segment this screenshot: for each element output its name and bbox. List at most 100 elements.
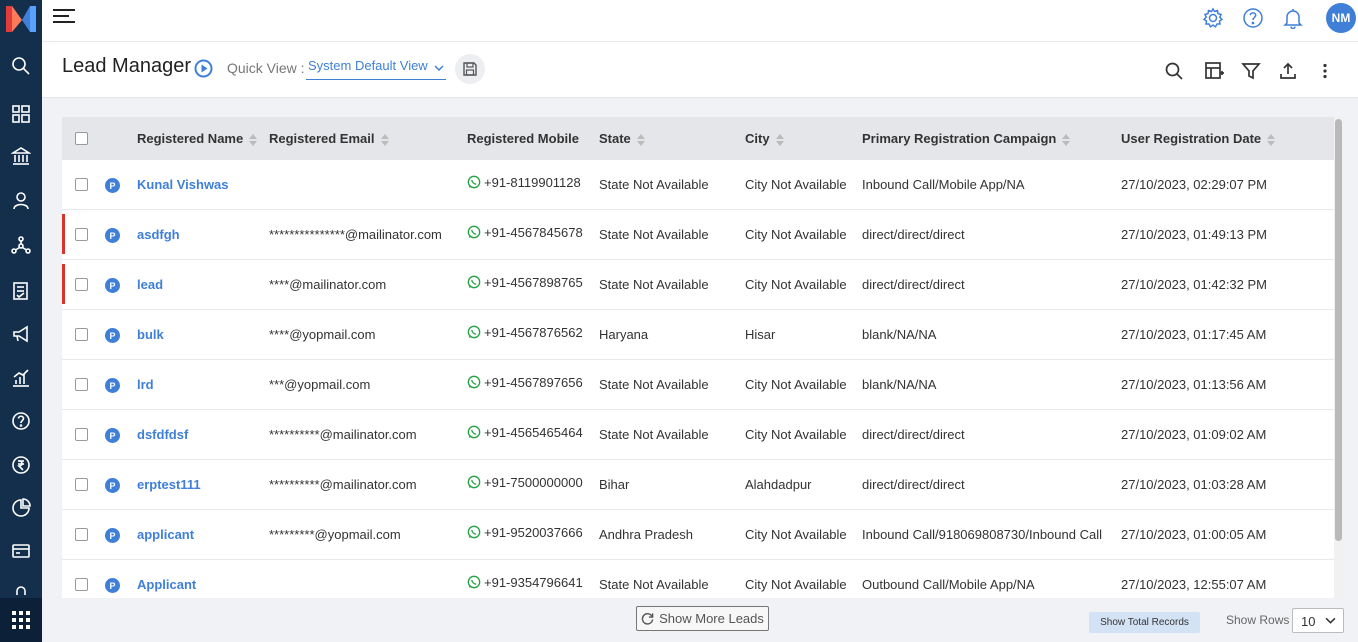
whatsapp-icon[interactable] — [467, 175, 481, 189]
search-icon[interactable] — [0, 45, 42, 87]
lead-name-link[interactable]: Kunal Vishwas — [137, 177, 229, 192]
lead-name-link[interactable]: lead — [137, 277, 163, 292]
column-registered-email[interactable]: Registered Email — [269, 131, 389, 147]
lead-name-link[interactable]: asdfgh — [137, 227, 180, 242]
vertical-scrollbar[interactable] — [1334, 117, 1343, 598]
table-row[interactable]: Perptest111 **********@mailinator.com +91-… — [62, 460, 1334, 510]
whatsapp-icon[interactable] — [467, 475, 481, 489]
help-icon[interactable] — [1241, 6, 1265, 30]
lead-city: City Not Available — [745, 277, 847, 292]
row-checkbox[interactable] — [75, 428, 88, 441]
institution-icon[interactable] — [0, 135, 42, 177]
lead-name-link[interactable]: applicant — [137, 527, 194, 542]
gear-icon[interactable] — [1201, 6, 1225, 30]
table-row[interactable]: Plrd ***@yopmail.com +91-4567897656 State N… — [62, 360, 1334, 410]
select-all-checkbox[interactable] — [75, 132, 88, 145]
search-icon[interactable] — [1163, 60, 1185, 82]
card-icon[interactable] — [0, 530, 42, 572]
lead-state: Bihar — [599, 477, 630, 492]
apps-grid-icon[interactable] — [0, 598, 42, 642]
checklist-icon[interactable] — [0, 270, 42, 312]
dashboard-icon[interactable] — [0, 93, 42, 135]
lead-type-badge: P — [105, 278, 120, 293]
whatsapp-icon[interactable] — [467, 575, 481, 589]
lead-state: State Not Available — [599, 427, 709, 442]
column-state[interactable]: State — [599, 131, 645, 147]
lead-mobile[interactable]: +91-4567876562 — [467, 325, 583, 340]
column-user-registration-date[interactable]: User Registration Date — [1121, 131, 1276, 147]
show-rows-select[interactable]: 10 — [1292, 608, 1344, 633]
row-checkbox[interactable] — [75, 478, 88, 491]
row-checkbox[interactable] — [75, 578, 88, 591]
pie-chart-icon[interactable] — [0, 487, 42, 529]
app-logo[interactable] — [0, 0, 42, 40]
chart-icon[interactable] — [0, 357, 42, 399]
whatsapp-icon[interactable] — [467, 325, 481, 339]
sort-icon[interactable] — [1062, 133, 1071, 147]
lead-type-badge: P — [105, 378, 120, 393]
quick-view-select[interactable]: System Default View — [306, 58, 446, 80]
whatsapp-icon[interactable] — [467, 425, 481, 439]
show-total-records-button[interactable]: Show Total Records — [1089, 612, 1200, 633]
upload-icon[interactable] — [1277, 60, 1299, 82]
lead-name-link[interactable]: erptest111 — [137, 477, 201, 492]
lead-name-link[interactable]: bulk — [137, 327, 164, 342]
table-row[interactable]: P Applicant +91-9354796641 State Not Availa… — [62, 560, 1334, 598]
lead-campaign: direct/direct/direct — [862, 227, 965, 242]
user-icon[interactable] — [0, 180, 42, 222]
table-row[interactable]: Pbulk ****@yopmail.com +91-4567876562 Harya… — [62, 310, 1334, 360]
whatsapp-icon[interactable] — [467, 375, 481, 389]
sort-icon[interactable] — [249, 133, 258, 147]
add-column-icon[interactable] — [1203, 60, 1225, 82]
sort-icon[interactable] — [380, 133, 389, 147]
row-checkbox[interactable] — [75, 178, 88, 191]
lead-name-link[interactable]: lrd — [137, 377, 154, 392]
row-checkbox[interactable] — [75, 278, 88, 291]
table-row[interactable]: P Kunal Vishwas +91-8119901128 State Not Av… — [62, 160, 1334, 210]
save-view-button[interactable] — [455, 54, 485, 84]
lead-city: City Not Available — [745, 527, 847, 542]
column-registered-name[interactable]: Registered Name — [137, 131, 258, 147]
filter-icon[interactable] — [1240, 60, 1262, 82]
lead-mobile[interactable]: +91-4567898765 — [467, 275, 583, 290]
sort-icon[interactable] — [775, 133, 784, 147]
lead-mobile[interactable]: +91-9520037666 — [467, 525, 583, 540]
lead-mobile[interactable]: +91-8119901128 — [467, 175, 581, 190]
rupee-icon[interactable] — [0, 444, 42, 486]
whatsapp-icon[interactable] — [467, 275, 481, 289]
bell-icon[interactable] — [1281, 6, 1305, 30]
refresh-icon — [641, 613, 654, 625]
lead-type-badge: P — [105, 528, 120, 543]
table-row[interactable]: Pasdfgh ***************@mailinator.com +91… — [62, 210, 1334, 260]
table-row[interactable]: Pdsfdfdsf **********@mailinator.com +91-45… — [62, 410, 1334, 460]
scrollbar-thumb[interactable] — [1335, 119, 1342, 541]
column-primary-registration-campaign[interactable]: Primary Registration Campaign — [862, 131, 1071, 147]
avatar[interactable]: NM — [1326, 3, 1356, 33]
show-more-leads-button[interactable]: Show More Leads — [636, 606, 769, 631]
lead-city: City Not Available — [745, 377, 847, 392]
more-vertical-icon[interactable] — [1314, 60, 1336, 82]
lead-mobile[interactable]: +91-7500000000 — [467, 475, 583, 490]
column-city[interactable]: City — [745, 131, 784, 147]
row-checkbox[interactable] — [75, 528, 88, 541]
play-tutorial-icon[interactable] — [194, 59, 213, 78]
whatsapp-icon[interactable] — [467, 525, 481, 539]
menu-toggle-icon[interactable] — [53, 9, 75, 25]
table-row[interactable]: Papplicant *********@yopmail.com +91-95200… — [62, 510, 1334, 560]
whatsapp-icon[interactable] — [467, 225, 481, 239]
lead-name-link[interactable]: Applicant — [137, 577, 196, 592]
lead-mobile[interactable]: +91-4567845678 — [467, 225, 583, 240]
lead-name-link[interactable]: dsfdfdsf — [137, 427, 188, 442]
table-row[interactable]: Plead ****@mailinator.com +91-4567898765 St… — [62, 260, 1334, 310]
help-icon[interactable] — [0, 400, 42, 442]
sort-icon[interactable] — [636, 133, 645, 147]
network-icon[interactable] — [0, 224, 42, 266]
lead-mobile[interactable]: +91-9354796641 — [467, 575, 583, 590]
sort-icon[interactable] — [1267, 133, 1276, 147]
lead-mobile[interactable]: +91-4567897656 — [467, 375, 583, 390]
row-checkbox[interactable] — [75, 228, 88, 241]
row-checkbox[interactable] — [75, 328, 88, 341]
megaphone-icon[interactable] — [0, 313, 42, 355]
lead-mobile[interactable]: +91-4565465464 — [467, 425, 583, 440]
row-checkbox[interactable] — [75, 378, 88, 391]
